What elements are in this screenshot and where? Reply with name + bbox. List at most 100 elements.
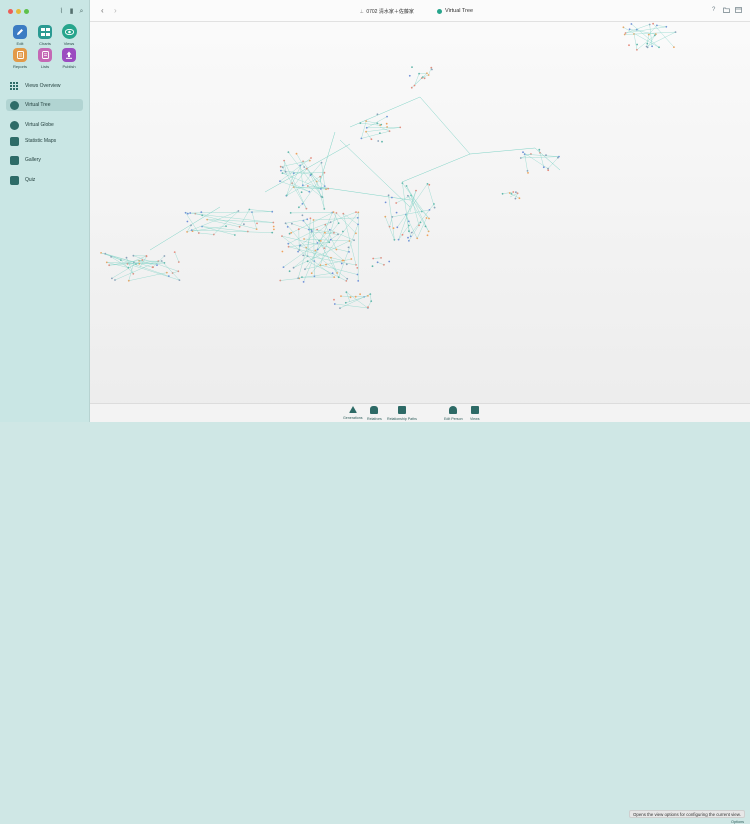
person-node[interactable]: [296, 153, 298, 155]
module-publish[interactable]: Publish: [59, 48, 79, 69]
person-node[interactable]: [379, 132, 381, 134]
person-node[interactable]: [146, 255, 148, 257]
person-node[interactable]: [178, 261, 180, 263]
edit-person-button[interactable]: Edit Person: [444, 406, 463, 421]
person-node[interactable]: [348, 247, 350, 249]
person-node[interactable]: [346, 278, 348, 280]
module-views[interactable]: Views: [59, 24, 79, 46]
person-node[interactable]: [334, 303, 336, 305]
person-node[interactable]: [429, 209, 431, 211]
sidebar-item-statistic-maps[interactable]: Statistic Maps: [6, 135, 83, 147]
person-node[interactable]: [189, 212, 191, 214]
person-node[interactable]: [388, 261, 390, 263]
person-node[interactable]: [282, 251, 284, 253]
person-node[interactable]: [297, 251, 299, 253]
person-node[interactable]: [201, 214, 203, 216]
person-node[interactable]: [174, 251, 176, 253]
person-node[interactable]: [428, 184, 430, 186]
generations-button[interactable]: Generations: [343, 406, 363, 420]
person-node[interactable]: [396, 226, 398, 228]
views-button[interactable]: Views: [470, 406, 480, 421]
person-node[interactable]: [332, 272, 334, 274]
search-people-icon[interactable]: ⌕: [78, 8, 85, 15]
person-node[interactable]: [243, 223, 245, 225]
person-node[interactable]: [200, 211, 202, 213]
person-node[interactable]: [359, 293, 361, 295]
person-node[interactable]: [391, 197, 393, 199]
back-button[interactable]: ‹: [101, 7, 104, 15]
virtual-tree-canvas[interactable]: [90, 22, 750, 403]
relationship-paths-button[interactable]: Relationship Paths: [387, 406, 417, 421]
person-node[interactable]: [381, 141, 383, 143]
person-node[interactable]: [114, 279, 116, 281]
person-node[interactable]: [198, 232, 200, 234]
person-node[interactable]: [341, 263, 343, 265]
person-node[interactable]: [411, 232, 413, 234]
person-node[interactable]: [342, 213, 344, 215]
paperclip-icon[interactable]: ⌇: [58, 8, 65, 15]
person-node[interactable]: [247, 231, 249, 233]
person-node[interactable]: [547, 168, 549, 170]
person-node[interactable]: [324, 232, 326, 234]
person-node[interactable]: [282, 172, 284, 174]
zoom-window-button[interactable]: [24, 9, 29, 14]
person-node[interactable]: [289, 270, 291, 272]
person-node[interactable]: [357, 224, 359, 226]
person-node[interactable]: [336, 249, 338, 251]
person-node[interactable]: [370, 300, 372, 302]
person-node[interactable]: [307, 260, 309, 262]
person-node[interactable]: [377, 261, 379, 263]
person-node[interactable]: [348, 251, 350, 253]
help-icon[interactable]: ?: [712, 7, 715, 14]
relatives-button[interactable]: Relatives: [367, 406, 382, 421]
person-node[interactable]: [428, 218, 430, 220]
person-node[interactable]: [302, 214, 304, 216]
person-node[interactable]: [303, 281, 305, 283]
person-node[interactable]: [372, 265, 374, 267]
virtual-tree-graph[interactable]: [90, 22, 750, 403]
module-edit[interactable]: Edit: [10, 25, 30, 46]
folder-icon[interactable]: [723, 7, 730, 16]
person-node[interactable]: [411, 66, 413, 68]
sidebar-item-quiz[interactable]: Quiz: [6, 174, 83, 186]
person-node[interactable]: [418, 73, 420, 75]
person-node[interactable]: [273, 229, 275, 231]
person-node[interactable]: [324, 224, 326, 226]
person-node[interactable]: [376, 122, 378, 124]
person-node[interactable]: [406, 185, 408, 187]
window-icon[interactable]: [735, 7, 742, 16]
person-node[interactable]: [311, 173, 313, 175]
person-node[interactable]: [386, 123, 388, 125]
person-node[interactable]: [355, 296, 357, 298]
person-node[interactable]: [393, 227, 395, 229]
person-node[interactable]: [356, 267, 358, 269]
person-node[interactable]: [298, 228, 300, 230]
person-node[interactable]: [315, 250, 317, 252]
person-node[interactable]: [527, 172, 529, 174]
person-node[interactable]: [631, 23, 633, 25]
forward-button[interactable]: ›: [114, 7, 117, 15]
person-node[interactable]: [357, 280, 359, 282]
module-lists[interactable]: Lists: [35, 48, 55, 69]
person-node[interactable]: [256, 223, 258, 225]
module-reports[interactable]: Reports: [10, 48, 30, 69]
person-node[interactable]: [522, 151, 524, 153]
person-node[interactable]: [396, 212, 398, 214]
person-node[interactable]: [543, 166, 545, 168]
person-node[interactable]: [409, 75, 411, 77]
person-node[interactable]: [515, 198, 517, 200]
person-node[interactable]: [515, 191, 517, 193]
person-node[interactable]: [287, 226, 289, 228]
person-node[interactable]: [547, 169, 549, 171]
person-node[interactable]: [339, 307, 341, 309]
person-node[interactable]: [187, 213, 189, 215]
person-node[interactable]: [293, 172, 295, 174]
person-node[interactable]: [388, 194, 390, 196]
person-node[interactable]: [652, 23, 654, 25]
person-node[interactable]: [100, 252, 102, 254]
person-node[interactable]: [310, 157, 312, 159]
person-node[interactable]: [317, 242, 319, 244]
person-node[interactable]: [407, 237, 409, 239]
person-node[interactable]: [271, 232, 273, 234]
person-node[interactable]: [187, 221, 189, 223]
